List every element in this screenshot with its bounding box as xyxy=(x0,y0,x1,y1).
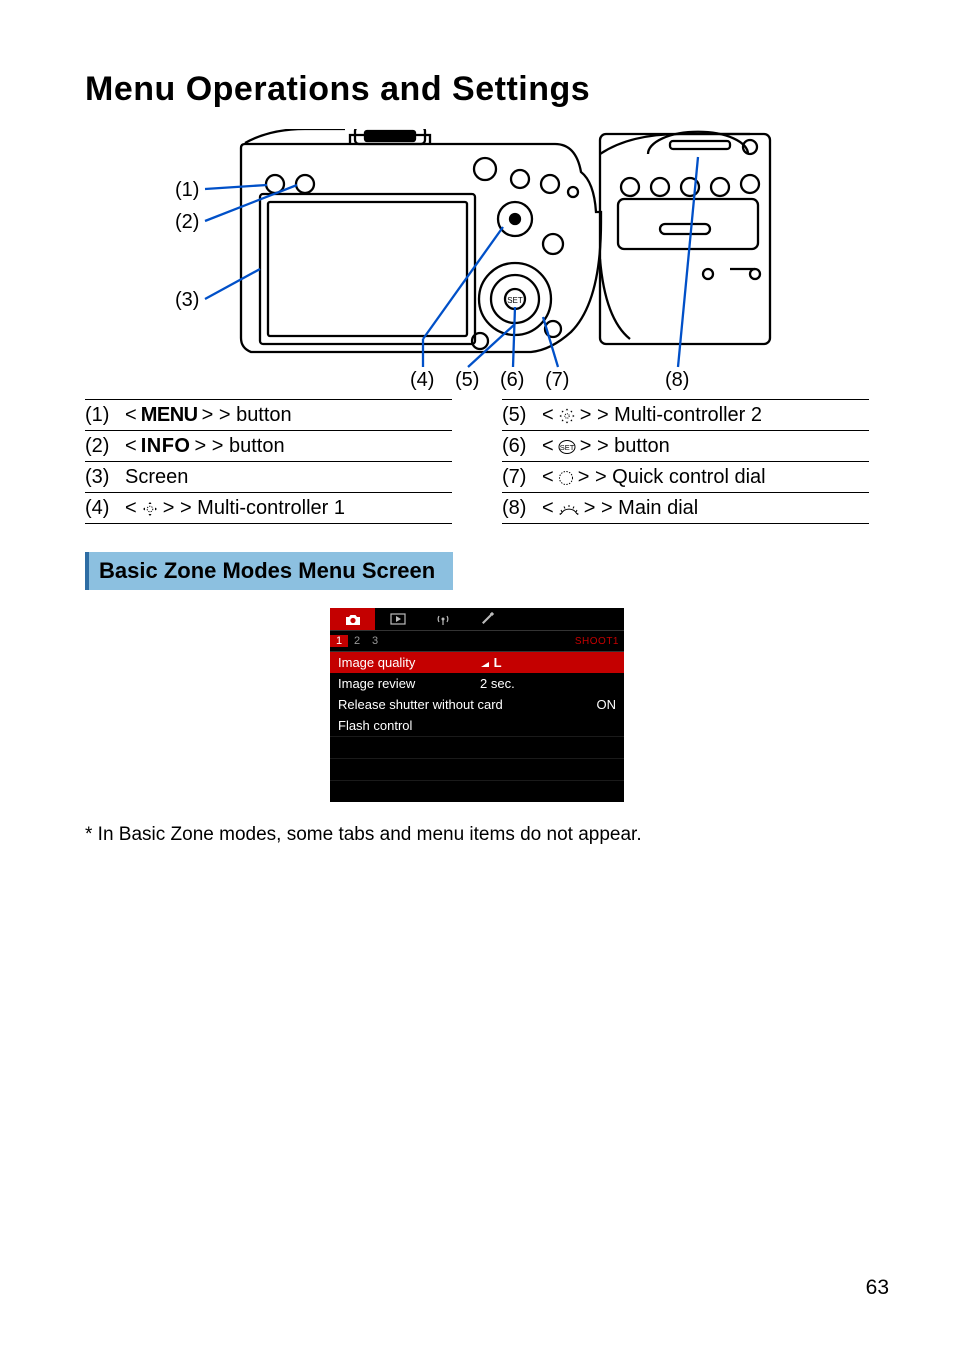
footnote: * In Basic Zone modes, some tabs and men… xyxy=(85,824,869,846)
menu-item: Release shutter without card ON xyxy=(330,694,624,715)
quick-control-dial-icon xyxy=(558,470,574,486)
page-title: Menu Operations and Settings xyxy=(85,70,869,109)
legend-row: (1) <MENU> > button xyxy=(85,399,452,430)
menu-item: Image review 2 sec. xyxy=(330,673,624,694)
legend-row: (8) <> > Main dial xyxy=(502,492,869,524)
tab-wireless-icon xyxy=(420,608,465,630)
camera-line-art: SET xyxy=(175,129,875,399)
legend-row: (7) <> > Quick control dial xyxy=(502,461,869,492)
legend-row: (5) <> > Multi-controller 2 xyxy=(502,399,869,430)
menu-screen-preview: 1 2 3 SHOOT1 Image quality L Image revie… xyxy=(330,608,624,802)
info-glyph: INFO xyxy=(141,435,191,458)
menu-glyph: MENU xyxy=(141,404,198,427)
menu-item: Flash control xyxy=(330,715,624,736)
legend-row: (3) Screen xyxy=(85,461,452,492)
svg-text:SET: SET xyxy=(559,443,574,452)
section-header: Basic Zone Modes Menu Screen xyxy=(85,552,453,590)
legend-row: (6) <SET> > button xyxy=(502,430,869,461)
camera-diagram: (1) (2) (3) (4) (5) (6) (7) (8) xyxy=(175,129,869,399)
set-button-icon: SET xyxy=(558,438,576,456)
tab-playback-icon xyxy=(375,608,420,630)
legend-row: (2) <INFO> > button xyxy=(85,430,452,461)
multi-controller-2-icon xyxy=(558,407,576,425)
tab-setup-icon xyxy=(465,608,510,630)
page-number: 63 xyxy=(866,1276,889,1300)
svg-text:SET: SET xyxy=(507,296,523,305)
subtab-3: 3 xyxy=(366,635,384,647)
main-dial-icon xyxy=(558,502,580,516)
subtab-1: 1 xyxy=(330,635,348,647)
legend-row: (4) <> > Multi-controller 1 xyxy=(85,492,452,524)
tab-camera-icon xyxy=(330,608,375,630)
subtab-label: SHOOT1 xyxy=(575,636,619,647)
menu-item: Image quality L xyxy=(330,652,624,673)
subtab-2: 2 xyxy=(348,635,366,647)
callout-legend: (1) <MENU> > button (2) <INFO> > button … xyxy=(85,399,869,524)
multi-controller-1-icon xyxy=(141,500,159,518)
